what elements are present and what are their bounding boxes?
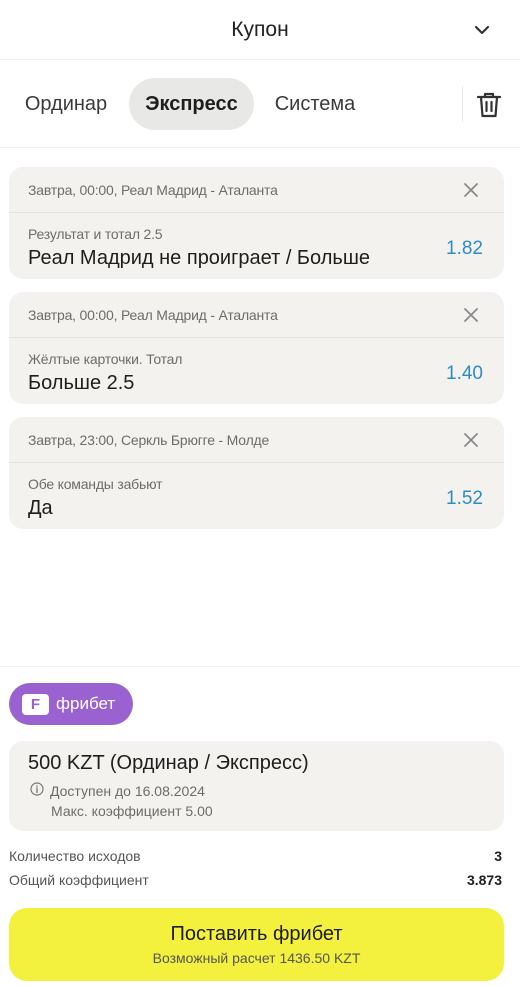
bet-card: Завтра, 23:00, Серкль Брюгге - Молде Обе…: [9, 417, 504, 529]
tabs-divider: [462, 86, 463, 122]
bet-card-header: Завтра, 00:00, Реал Мадрид - Аталанта: [9, 167, 504, 213]
freebet-toggle-button[interactable]: F фрибет: [9, 683, 133, 725]
bet-event: Завтра, 00:00, Реал Мадрид - Аталанта: [28, 307, 278, 323]
coupon-title: Купон: [231, 17, 289, 41]
bet-market: Обе команды забьют: [28, 476, 163, 492]
trash-icon[interactable]: [470, 86, 508, 124]
tab-system[interactable]: Система: [264, 78, 366, 130]
bet-selection: Больше 2.5: [28, 372, 135, 394]
summary-coef-row: Общий коэффициент 3.873: [9, 872, 506, 888]
bet-market: Жёлтые карточки. Тотал: [28, 351, 183, 367]
tab-ordinar[interactable]: Ординар: [10, 78, 122, 130]
tab-express[interactable]: Экспресс: [129, 78, 254, 130]
freebet-badge-label: фрибет: [56, 694, 116, 713]
bet-odds: 1.82: [446, 238, 483, 259]
bet-card: Завтра, 00:00, Реал Мадрид - Аталанта Жё…: [9, 292, 504, 404]
close-icon[interactable]: [460, 429, 482, 451]
bet-card-header: Завтра, 23:00, Серкль Брюгге - Молде: [9, 417, 504, 463]
bet-event: Завтра, 23:00, Серкль Брюгге - Молде: [28, 432, 270, 448]
coupon-header: Купон: [0, 0, 520, 60]
outcomes-label: Количество исходов: [9, 848, 141, 864]
bet-selection: Да: [28, 497, 53, 519]
summary-outcomes-row: Количество исходов 3: [9, 848, 506, 864]
total-coef-label: Общий коэффициент: [9, 872, 149, 888]
bet-type-tabs: Ординар Экспресс Система: [0, 60, 520, 148]
freebet-card[interactable]: 500 KZT (Ординар / Экспресс) Доступен до…: [9, 741, 504, 831]
place-freebet-button[interactable]: Поставить фрибет Возможный расчет 1436.5…: [9, 908, 504, 981]
freebet-availability: Доступен до 16.08.2024: [30, 782, 205, 799]
possible-payout-text: Возможный расчет 1436.50 KZT: [152, 950, 361, 966]
bet-card: Завтра, 00:00, Реал Мадрид - Аталанта Ре…: [9, 167, 504, 279]
freebet-ticket-icon: F: [22, 693, 49, 715]
outcomes-value: 3: [494, 848, 502, 864]
bet-event: Завтра, 00:00, Реал Мадрид - Аталанта: [28, 182, 278, 198]
bet-odds: 1.52: [446, 488, 483, 509]
bet-odds: 1.40: [446, 363, 483, 384]
total-coef-value: 3.873: [466, 872, 502, 888]
freebet-max-coef: Макс. коэффициент 5.00: [51, 803, 213, 819]
bet-selection: Реал Мадрид не проиграет / Больше: [28, 247, 371, 269]
close-icon[interactable]: [460, 304, 482, 326]
section-divider: [0, 666, 520, 667]
coupon-screen: Купон Ординар Экспресс Система Завтра, 0…: [0, 0, 520, 986]
freebet-available-text: Доступен до 16.08.2024: [50, 782, 205, 799]
place-freebet-label: Поставить фрибет: [170, 923, 343, 945]
close-icon[interactable]: [460, 179, 482, 201]
freebet-title: 500 KZT (Ординар / Экспресс): [28, 752, 309, 774]
bet-market: Результат и тотал 2.5: [28, 226, 163, 242]
chevron-down-icon[interactable]: [466, 14, 498, 46]
info-icon: [30, 782, 44, 799]
bet-card-header: Завтра, 00:00, Реал Мадрид - Аталанта: [9, 292, 504, 338]
